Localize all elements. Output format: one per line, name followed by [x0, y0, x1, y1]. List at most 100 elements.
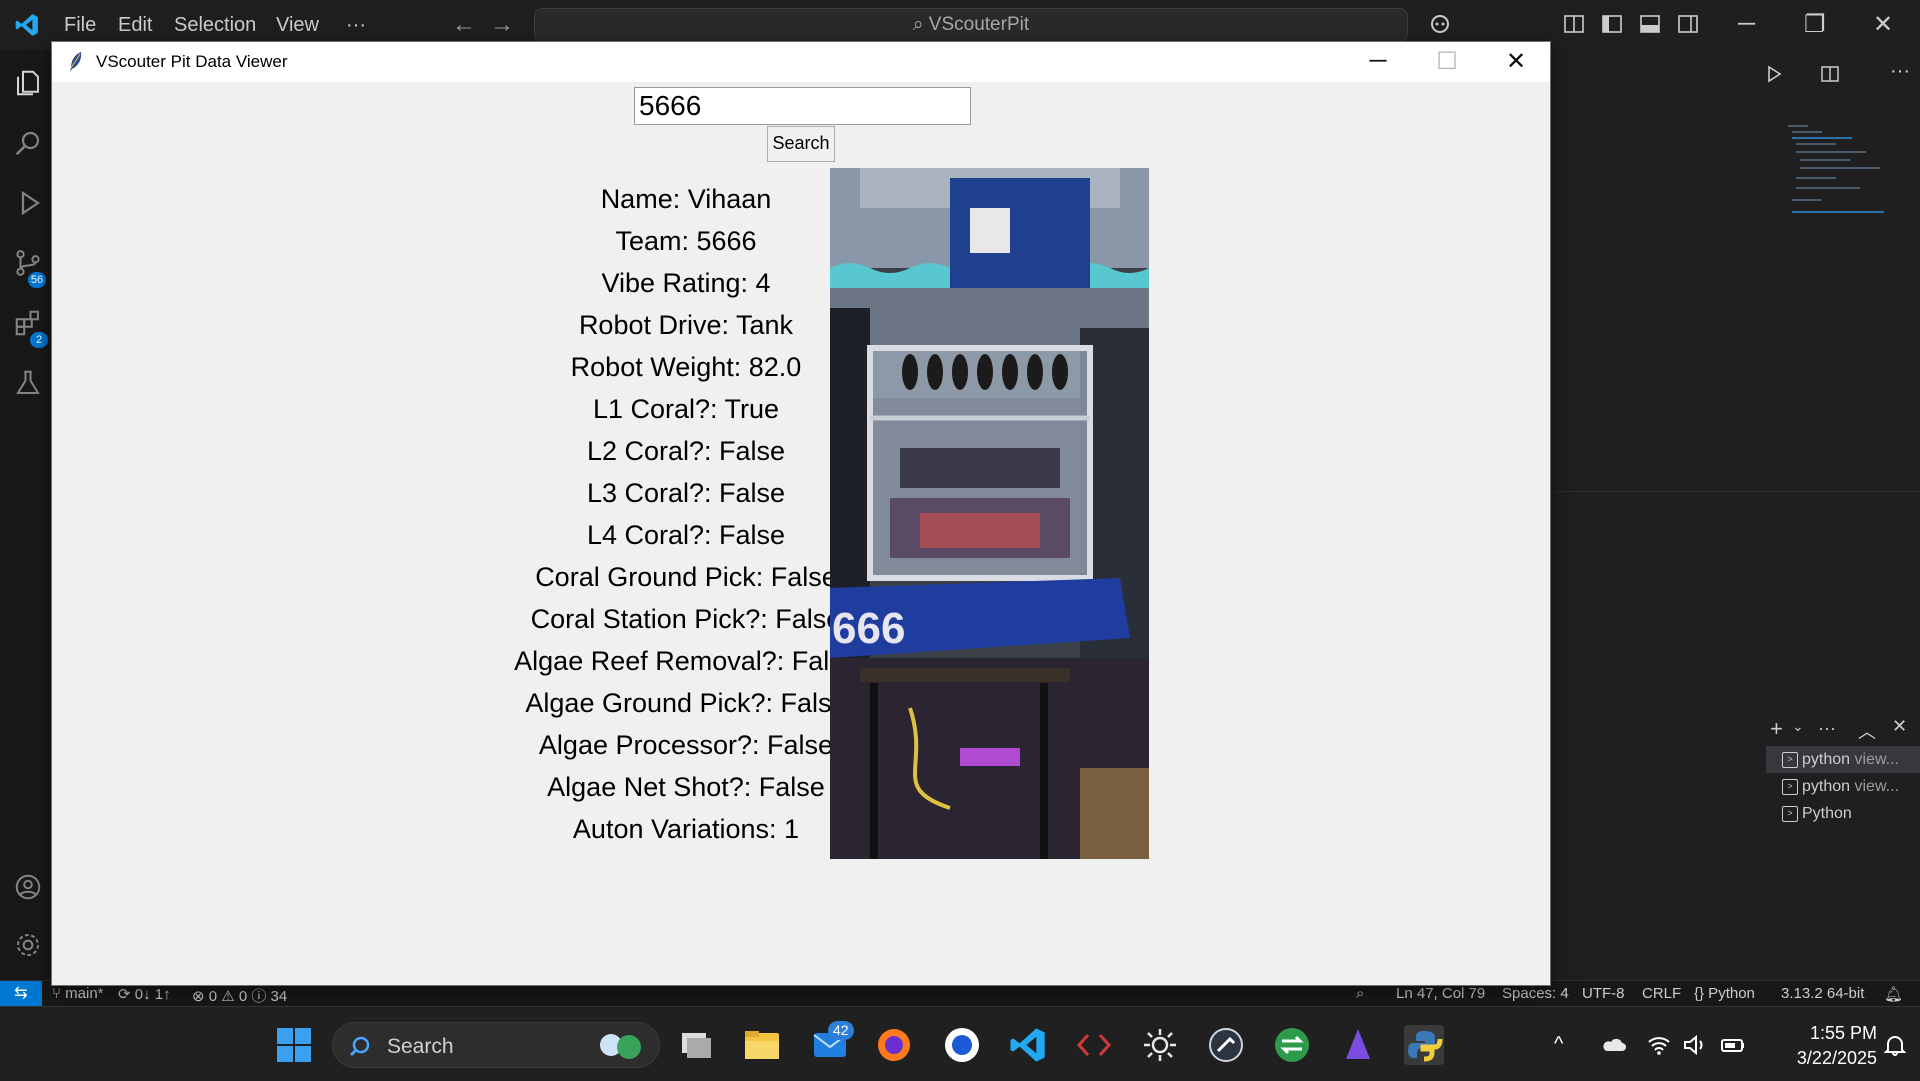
- window-titlebar: VScouter Pit Data Viewer ─ ☐ ✕: [52, 42, 1550, 82]
- zoom-icon[interactable]: ⌕: [1356, 985, 1364, 1002]
- source-control-badge: 56: [28, 272, 46, 288]
- file-explorer-icon[interactable]: [742, 1025, 782, 1065]
- terminal-name: Python: [1802, 805, 1852, 822]
- battery-icon[interactable]: [1720, 1033, 1746, 1057]
- toggle-panel-icon[interactable]: [1638, 12, 1662, 36]
- maximize-panel-icon[interactable]: ︿: [1858, 718, 1876, 744]
- toggle-sidebar-icon[interactable]: [1600, 12, 1624, 36]
- tray-overflow-icon[interactable]: ^: [1554, 1033, 1580, 1057]
- maximize-icon[interactable]: ☐: [1427, 47, 1467, 76]
- settings-gear-icon[interactable]: [13, 930, 43, 960]
- terminal-item[interactable]: > Python: [1766, 800, 1920, 827]
- run-icon[interactable]: [1764, 64, 1784, 84]
- git-sync[interactable]: ⟳ 0↓ 1↑: [118, 985, 171, 1003]
- command-center[interactable]: ⌕ VScouterPit: [534, 8, 1408, 42]
- search-icon[interactable]: [13, 128, 43, 158]
- minimap: [1788, 125, 1888, 275]
- search-icon: [349, 1036, 370, 1057]
- menu-file[interactable]: File: [64, 14, 96, 37]
- vscode-taskbar-icon[interactable]: [1008, 1025, 1048, 1065]
- remote-indicator-icon[interactable]: ⇆: [0, 981, 42, 1007]
- cursor-position[interactable]: Ln 47, Col 79: [1396, 985, 1485, 1002]
- panel-more-icon[interactable]: ···: [1818, 718, 1836, 739]
- task-view-icon[interactable]: [676, 1025, 716, 1065]
- git-branch[interactable]: ⑂ main*: [52, 985, 104, 1002]
- back-arrow-icon[interactable]: ←: [452, 11, 476, 39]
- accounts-icon[interactable]: [13, 872, 43, 902]
- terminal-item[interactable]: > python view...: [1766, 773, 1920, 800]
- run-debug-icon[interactable]: [13, 188, 43, 218]
- pit-data-viewer-window: VScouter Pit Data Viewer ─ ☐ ✕ Search Na…: [51, 41, 1551, 986]
- minimize-icon[interactable]: ─: [1738, 10, 1755, 38]
- code-editor-icon[interactable]: [1074, 1025, 1114, 1065]
- team-search-input[interactable]: [634, 87, 971, 125]
- word-app-icon[interactable]: [942, 1025, 982, 1065]
- indentation[interactable]: Spaces: 4: [1502, 985, 1569, 1002]
- line-ending[interactable]: CRLF: [1642, 985, 1681, 1002]
- minimize-icon[interactable]: ─: [1358, 47, 1398, 75]
- taskbar-search-label: Search: [387, 1035, 454, 1058]
- restore-icon[interactable]: ❐: [1804, 10, 1826, 39]
- terminal-name: python: [1802, 751, 1851, 768]
- new-terminal-icon[interactable]: +: [1770, 716, 1783, 742]
- menu-view[interactable]: View: [276, 14, 319, 37]
- clock-date[interactable]: 3/22/2025: [1765, 1048, 1877, 1069]
- volume-icon[interactable]: [1682, 1033, 1708, 1057]
- onedrive-icon[interactable]: [1600, 1033, 1626, 1057]
- chevron-down-icon[interactable]: ⌄: [1792, 718, 1804, 735]
- mail-badge: 42: [828, 1021, 854, 1040]
- panel-divider: [1552, 491, 1920, 492]
- menu-more[interactable]: ···: [346, 14, 366, 37]
- search-button[interactable]: Search: [767, 126, 835, 162]
- menu-selection[interactable]: Selection: [174, 14, 256, 37]
- close-panel-icon[interactable]: ✕: [1892, 716, 1907, 737]
- python-interpreter[interactable]: 3.13.2 64-bit: [1781, 985, 1864, 1002]
- toggle-secondary-sidebar-icon[interactable]: [1676, 12, 1700, 36]
- windows-taskbar: Search 42 ^ 1:55 PM 3/22/2025: [0, 1006, 1920, 1081]
- brightness-icon[interactable]: [1140, 1025, 1180, 1065]
- python-icon[interactable]: [1404, 1025, 1444, 1065]
- windows-start-icon[interactable]: [274, 1025, 314, 1065]
- terminal-icon: >: [1782, 752, 1798, 768]
- tk-feather-icon: [70, 52, 82, 72]
- notifications-bell-icon[interactable]: 🔔︎: [1884, 985, 1903, 1003]
- taskbar-search[interactable]: Search: [332, 1022, 660, 1068]
- extensions-badge: 2: [30, 332, 48, 348]
- close-icon[interactable]: ✕: [1496, 47, 1536, 76]
- language-mode[interactable]: {} Python: [1694, 985, 1755, 1002]
- editor-area-right: ··· + ⌄ ··· ︿ ✕: [1552, 50, 1920, 980]
- forward-arrow-icon[interactable]: →: [490, 11, 514, 39]
- terminal-sub: view...: [1854, 778, 1899, 795]
- menu-edit[interactable]: Edit: [118, 14, 152, 37]
- wifi-icon[interactable]: [1646, 1033, 1672, 1057]
- search-icon: ⌕: [912, 14, 929, 35]
- terminal-list: > python view... > python view... > Pyth…: [1766, 746, 1920, 827]
- terminal-sub: view...: [1854, 751, 1899, 768]
- app-circle-icon[interactable]: [1206, 1025, 1246, 1065]
- close-icon[interactable]: ✕: [1873, 10, 1893, 39]
- firefox-icon[interactable]: [874, 1025, 914, 1065]
- command-center-label: VScouterPit: [928, 14, 1030, 35]
- copilot-icon[interactable]: [1428, 12, 1452, 36]
- sync-label: 0↓ 1↑: [134, 986, 171, 1003]
- problems-indicator[interactable]: ⊗ 0 ⚠ 0 ⓘ 34: [192, 985, 287, 1006]
- split-editor-icon[interactable]: [1820, 64, 1840, 84]
- explorer-icon[interactable]: [13, 68, 43, 98]
- testing-icon[interactable]: [13, 368, 43, 398]
- encoding[interactable]: UTF-8: [1582, 985, 1625, 1002]
- layout-icon[interactable]: [1562, 12, 1586, 36]
- search-highlight-icon: [600, 1034, 641, 1059]
- purple-app-icon[interactable]: [1338, 1025, 1378, 1065]
- vscode-logo-icon: [15, 14, 38, 36]
- notification-bell-icon[interactable]: [1882, 1033, 1908, 1057]
- window-title: VScouter Pit Data Viewer: [96, 52, 288, 71]
- terminal-icon: >: [1782, 806, 1798, 822]
- sync-app-icon[interactable]: [1272, 1025, 1312, 1065]
- clock-time[interactable]: 1:55 PM: [1765, 1023, 1877, 1044]
- branch-label: main*: [65, 985, 104, 1002]
- robot-bumper-number: 666: [832, 604, 905, 653]
- robot-photo: 666: [830, 168, 1149, 859]
- terminal-item[interactable]: > python view...: [1766, 746, 1920, 773]
- more-actions-icon[interactable]: ···: [1890, 60, 1910, 83]
- terminal-name: python: [1802, 778, 1851, 795]
